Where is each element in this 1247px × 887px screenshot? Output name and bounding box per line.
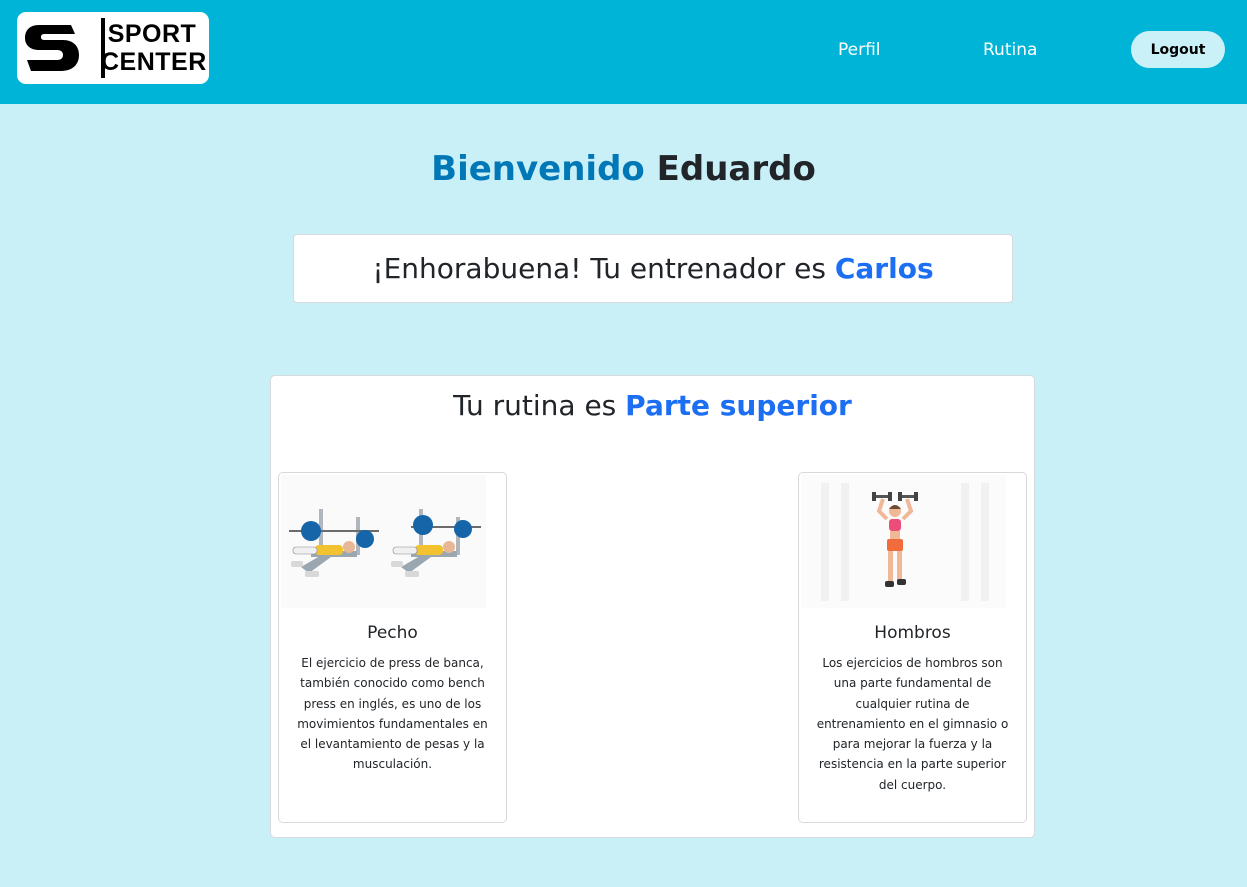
exercise-description: El ejercicio de press de banca, también … (297, 656, 488, 772)
routine-title: Tu rutina es Parte superior (271, 388, 1034, 424)
logo-text: SPORT CENTER (101, 20, 207, 76)
sport-center-logo[interactable]: SPORT CENTER (17, 12, 209, 84)
logo-line-1: SPORT (107, 20, 197, 48)
shoulder-press-illustration-icon (801, 475, 1006, 608)
welcome-greeting: Bienvenido (431, 149, 645, 189)
routine-label: Tu rutina es (453, 389, 617, 422)
logout-button[interactable]: Logout (1131, 31, 1225, 68)
exercise-name: Hombros (874, 623, 951, 643)
logo-s-icon (25, 25, 79, 71)
welcome-user-name: Eduardo (656, 149, 816, 189)
exercise-card-hombros[interactable]: Hombros Los ejercicios de hombros son un… (798, 472, 1027, 823)
bench-press-illustration-icon (281, 475, 486, 608)
exercise-description: Los ejercicios de hombros son una parte … (816, 656, 1009, 792)
logo-line-2: CENTER (101, 48, 207, 76)
trainer-name: Carlos (834, 252, 934, 285)
navbar: SPORT CENTER Perfil Rutina Logout (0, 0, 1247, 104)
trainer-notice: ¡Enhorabuena! Tu entrenador es Carlos (293, 234, 1013, 303)
nav-link-rutina[interactable]: Rutina (983, 40, 1037, 60)
welcome-heading: Bienvenido Eduardo (0, 148, 1247, 190)
exercise-card-pecho[interactable]: Pecho El ejercicio de press de banca, ta… (278, 472, 507, 823)
exercise-name: Pecho (367, 623, 418, 643)
trainer-message: ¡Enhorabuena! Tu entrenador es (372, 252, 826, 285)
routine-name: Parte superior (625, 389, 852, 422)
nav-link-perfil[interactable]: Perfil (838, 40, 881, 60)
routine-card: Tu rutina es Parte superior Pecho El eje… (270, 375, 1035, 838)
